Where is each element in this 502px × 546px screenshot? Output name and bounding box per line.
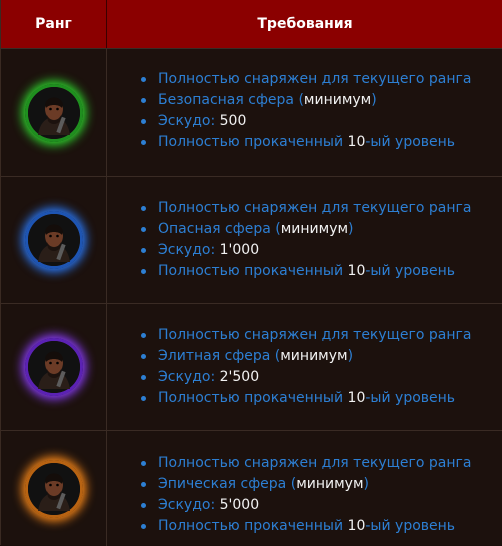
rank-requirements-table: Ранг Требования Полностью снаряжен для т… <box>0 0 502 546</box>
list-item: Полностью прокаченный 10-ый уровень <box>141 132 471 153</box>
list-item: Эскудо: 5'000 <box>141 495 471 516</box>
list-item: Элитная сфера (минимум) <box>141 346 471 367</box>
rank-cell <box>1 49 107 176</box>
rank-portrait-icon <box>24 83 83 142</box>
requirements-list: Полностью снаряжен для текущего ранга Эл… <box>141 325 471 409</box>
table-row: Полностью снаряжен для текущего ранга Бе… <box>1 48 502 176</box>
list-item: Полностью снаряжен для текущего ранга <box>141 453 471 474</box>
list-item: Эскудо: 500 <box>141 111 471 132</box>
list-item: Эскудо: 1'000 <box>141 240 471 261</box>
requirements-list: Полностью снаряжен для текущего ранга Эп… <box>141 453 471 537</box>
list-item: Эпическая сфера (минимум) <box>141 474 471 495</box>
rank-column-header: Ранг <box>1 0 107 48</box>
list-item: Безопасная сфера (минимум) <box>141 90 471 111</box>
rank-portrait-icon <box>24 459 83 518</box>
requirements-cell: Полностью снаряжен для текущего ранга Эл… <box>107 304 502 430</box>
requirements-list: Полностью снаряжен для текущего ранга Бе… <box>141 69 471 153</box>
list-item: Полностью снаряжен для текущего ранга <box>141 325 471 346</box>
requirements-list: Полностью снаряжен для текущего ранга Оп… <box>141 198 471 282</box>
requirements-cell: Полностью снаряжен для текущего ранга Эп… <box>107 431 502 546</box>
requirements-column-header: Требования <box>257 16 353 32</box>
rank-portrait-icon <box>24 338 83 396</box>
list-item: Полностью прокаченный 10-ый уровень <box>141 261 471 282</box>
list-item: Опасная сфера (минимум) <box>141 219 471 240</box>
list-item: Полностью прокаченный 10-ый уровень <box>141 516 471 537</box>
rank-cell <box>1 431 107 546</box>
list-item: Эскудо: 2'500 <box>141 367 471 388</box>
table-row: Полностью снаряжен для текущего ранга Эл… <box>1 303 502 430</box>
table-header: Ранг Требования <box>1 0 502 49</box>
list-item: Полностью снаряжен для текущего ранга <box>141 198 471 219</box>
rank-portrait-icon <box>24 211 83 269</box>
table-row: Полностью снаряжен для текущего ранга Эп… <box>1 430 502 546</box>
list-item: Полностью снаряжен для текущего ранга <box>141 69 471 90</box>
table-row: Полностью снаряжен для текущего ранга Оп… <box>1 176 502 303</box>
list-item: Полностью прокаченный 10-ый уровень <box>141 388 471 409</box>
rank-cell <box>1 304 107 430</box>
requirements-cell: Полностью снаряжен для текущего ранга Бе… <box>107 49 502 176</box>
requirements-cell: Полностью снаряжен для текущего ранга Оп… <box>107 177 502 303</box>
rank-cell <box>1 177 107 303</box>
